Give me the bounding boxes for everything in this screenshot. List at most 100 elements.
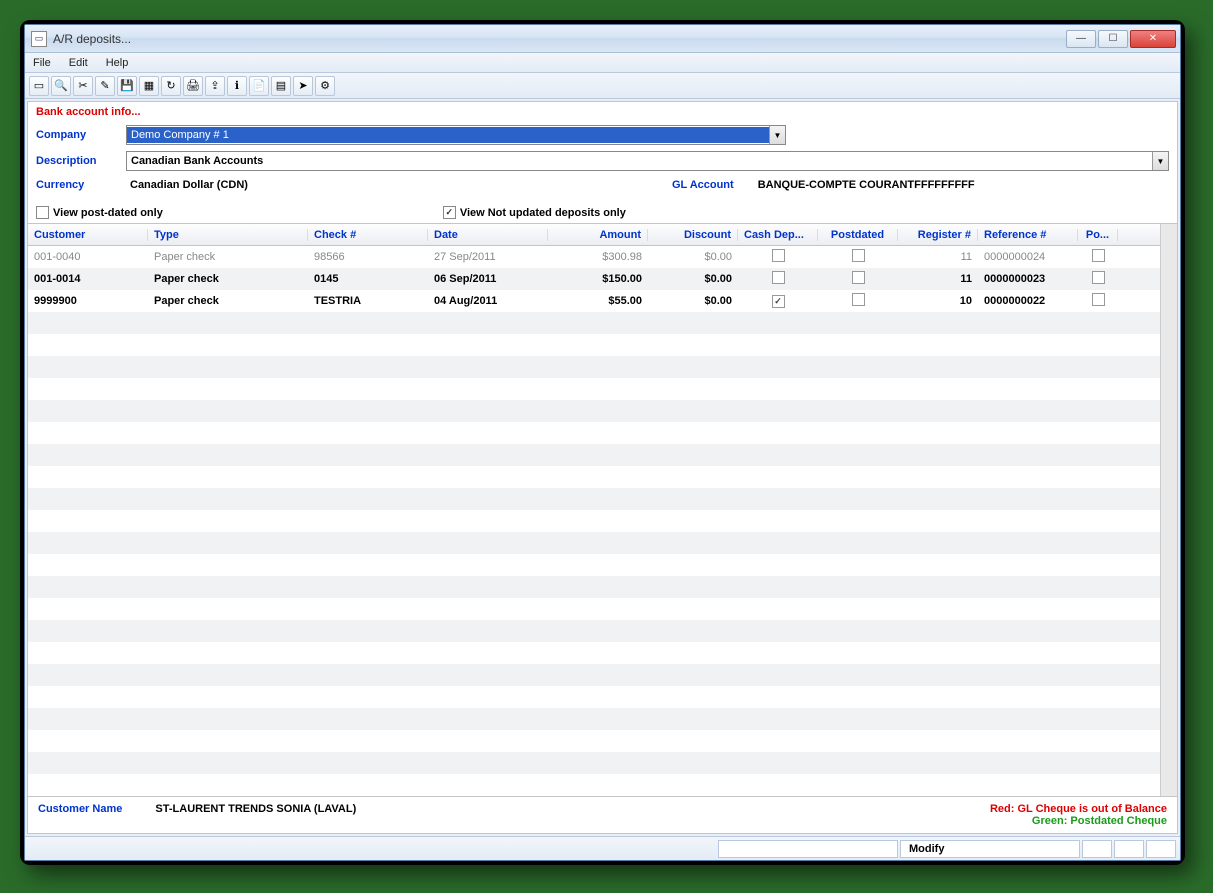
refresh-icon[interactable]: ↻: [161, 76, 181, 96]
checkbox-icon[interactable]: [852, 271, 865, 284]
checkbox-icon[interactable]: [772, 271, 785, 284]
cell: [1078, 249, 1118, 265]
cell: 04 Aug/2011: [428, 295, 548, 307]
toolbar: ▭ 🔍 ✂ ✎ 💾 ▦ ↻ 🖨 ⇪ ℹ 📄 ▤ ➤ ⚙: [25, 73, 1180, 99]
checkbox-icon[interactable]: [1092, 249, 1105, 262]
status-panel-3: [1082, 840, 1112, 858]
col-reference[interactable]: Reference #: [978, 229, 1078, 241]
cell: $0.00: [648, 295, 738, 307]
cell: [1078, 271, 1118, 287]
checkbox-icon[interactable]: [1092, 293, 1105, 306]
section-bank-info: Bank account info...: [28, 102, 1177, 120]
cell: $150.00: [548, 273, 648, 285]
legend-red: Red: GL Cheque is out of Balance: [990, 803, 1167, 815]
cell: [1078, 293, 1118, 309]
view-not-updated-label: View Not updated deposits only: [460, 207, 626, 219]
cell: [738, 249, 818, 265]
cell: 06 Sep/2011: [428, 273, 548, 285]
col-date[interactable]: Date: [428, 229, 548, 241]
cell: Paper check: [148, 273, 308, 285]
register-icon[interactable]: ▦: [139, 76, 159, 96]
form-grid: Company Demo Company # 1 ▼ Description C…: [28, 120, 1177, 202]
edit-icon[interactable]: ✎: [95, 76, 115, 96]
col-cashdep[interactable]: Cash Dep...: [738, 229, 818, 241]
cell: [818, 249, 898, 265]
chevron-down-icon[interactable]: ▼: [1152, 152, 1168, 170]
menu-file[interactable]: File: [29, 55, 55, 71]
send-icon[interactable]: ➤: [293, 76, 313, 96]
cell: 0000000023: [978, 273, 1078, 285]
menubar: File Edit Help: [25, 53, 1180, 73]
report-icon[interactable]: 📄: [249, 76, 269, 96]
checkbox-icon[interactable]: [852, 293, 865, 306]
cell: 11: [898, 251, 978, 263]
export-icon[interactable]: ⇪: [205, 76, 225, 96]
cell: ✓: [738, 295, 818, 308]
checkbox-icon[interactable]: [1092, 271, 1105, 284]
close-button[interactable]: ✕: [1130, 30, 1176, 48]
cell: 001-0040: [28, 251, 148, 263]
menu-edit[interactable]: Edit: [65, 55, 92, 71]
col-amount[interactable]: Amount: [548, 229, 648, 241]
window-title: A/R deposits...: [53, 32, 1066, 46]
status-modify: Modify: [900, 840, 1080, 858]
chevron-down-icon[interactable]: ▼: [769, 126, 785, 144]
app-window: ▭ A/R deposits... — ☐ ✕ File Edit Help ▭…: [24, 24, 1181, 861]
customer-name-value: ST-LAURENT TRENDS SONIA (LAVAL): [155, 803, 356, 815]
gl-account-label: GL Account: [672, 179, 734, 191]
checkbox-icon[interactable]: ✓: [772, 295, 785, 308]
col-postdated[interactable]: Postdated: [818, 229, 898, 241]
col-register[interactable]: Register #: [898, 229, 978, 241]
cell: 001-0014: [28, 273, 148, 285]
print-icon[interactable]: 🖨: [183, 76, 203, 96]
cell: 0000000022: [978, 295, 1078, 307]
app-icon: ▭: [31, 31, 47, 47]
view-postdated-checkbox[interactable]: [36, 206, 49, 219]
table-row[interactable]: 9999900Paper checkTESTRIA04 Aug/2011$55.…: [28, 290, 1160, 312]
customer-name-label: Customer Name: [38, 803, 122, 815]
view-postdated-label: View post-dated only: [53, 207, 163, 219]
checkbox-icon[interactable]: [772, 249, 785, 262]
col-customer[interactable]: Customer: [28, 229, 148, 241]
cell: [738, 271, 818, 287]
table-body[interactable]: 001-0040Paper check9856627 Sep/2011$300.…: [28, 246, 1160, 796]
info-icon[interactable]: ℹ: [227, 76, 247, 96]
save-icon[interactable]: 💾: [117, 76, 137, 96]
content-area: Bank account info... Company Demo Compan…: [27, 101, 1178, 834]
minimize-button[interactable]: —: [1066, 30, 1096, 48]
titlebar: ▭ A/R deposits... — ☐ ✕: [25, 25, 1180, 53]
col-po[interactable]: Po...: [1078, 229, 1118, 241]
grid-icon[interactable]: ▤: [271, 76, 291, 96]
cell: 0000000024: [978, 251, 1078, 263]
status-panel-4: [1114, 840, 1144, 858]
maximize-button[interactable]: ☐: [1098, 30, 1128, 48]
vertical-scrollbar[interactable]: [1160, 224, 1177, 796]
currency-value: Canadian Dollar (CDN): [126, 177, 252, 193]
tool-icon[interactable]: ⚙: [315, 76, 335, 96]
cell: $0.00: [648, 251, 738, 263]
cut-icon[interactable]: ✂: [73, 76, 93, 96]
view-not-updated-checkbox[interactable]: ✓: [443, 206, 456, 219]
company-combo[interactable]: Demo Company # 1 ▼: [126, 125, 786, 145]
cell: [818, 293, 898, 309]
cell: $55.00: [548, 295, 648, 307]
table-row[interactable]: 001-0040Paper check9856627 Sep/2011$300.…: [28, 246, 1160, 268]
description-combo[interactable]: Canadian Bank Accounts ▼: [126, 151, 1169, 171]
cell: [818, 271, 898, 287]
company-label: Company: [36, 129, 126, 141]
cell: 98566: [308, 251, 428, 263]
table-row[interactable]: 001-0014Paper check014506 Sep/2011$150.0…: [28, 268, 1160, 290]
search-icon[interactable]: 🔍: [51, 76, 71, 96]
menu-help[interactable]: Help: [102, 55, 133, 71]
statusbar: Modify: [25, 836, 1180, 860]
cell: Paper check: [148, 295, 308, 307]
col-discount[interactable]: Discount: [648, 229, 738, 241]
checkbox-icon[interactable]: [852, 249, 865, 262]
footer: Customer Name ST-LAURENT TRENDS SONIA (L…: [28, 796, 1177, 833]
cell: 10: [898, 295, 978, 307]
table-header: Customer Type Check # Date Amount Discou…: [28, 224, 1160, 246]
col-check[interactable]: Check #: [308, 229, 428, 241]
description-value: Canadian Bank Accounts: [127, 153, 1152, 169]
col-type[interactable]: Type: [148, 229, 308, 241]
new-icon[interactable]: ▭: [29, 76, 49, 96]
